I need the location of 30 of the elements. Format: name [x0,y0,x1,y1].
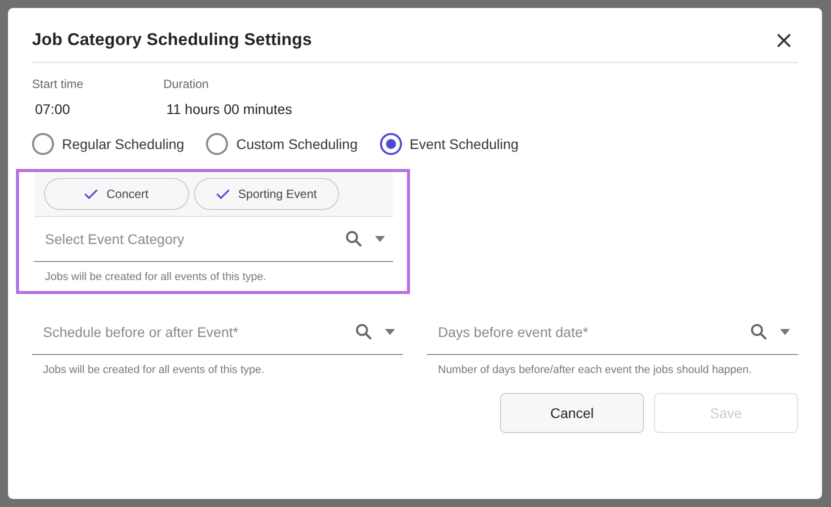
summary-value: 11 hours 00 minutes [165,101,292,117]
dropdown-caret-icon[interactable] [780,329,790,335]
field-placeholder: Days before event date* [438,324,590,340]
radio-button[interactable] [380,133,402,155]
field-placeholder: Schedule before or after Event* [43,324,240,340]
category-chip[interactable]: Concert [44,178,189,210]
category-chip[interactable]: Sporting Event [194,178,339,210]
radio-label[interactable]: Custom Scheduling [236,136,358,152]
radio-button[interactable] [206,133,228,155]
field-placeholder: Select Event Category [45,231,186,247]
helper-text: Jobs will be created for all events of this type. [45,270,268,284]
dropdown-caret-icon[interactable] [375,236,385,242]
search-icon[interactable] [345,230,363,248]
dialog-button[interactable]: Cancel [500,393,644,433]
helper-text: Number of days before/after each event the jobs should happen. [438,363,753,377]
close-button[interactable]: × [770,30,798,50]
dropdown-caret-icon[interactable] [385,329,395,335]
radio-button[interactable] [32,133,54,155]
search-icon[interactable] [750,323,768,341]
radio-label[interactable]: Regular Scheduling [62,136,184,152]
search-icon[interactable] [355,323,373,341]
radio-label[interactable]: Event Scheduling [410,136,519,152]
select-field[interactable]: Select Event Category [34,217,393,262]
helper-text: Jobs will be created for all events of this type. [43,363,266,377]
summary-label: Start time [32,77,84,91]
select-field[interactable]: Days before event date* [427,310,798,355]
summary-label: Duration [163,77,210,91]
dialog-title: Job Category Scheduling Settings [32,30,312,50]
select-field[interactable]: Schedule before or after Event* [32,310,403,355]
summary-value: 07:00 [34,101,72,117]
